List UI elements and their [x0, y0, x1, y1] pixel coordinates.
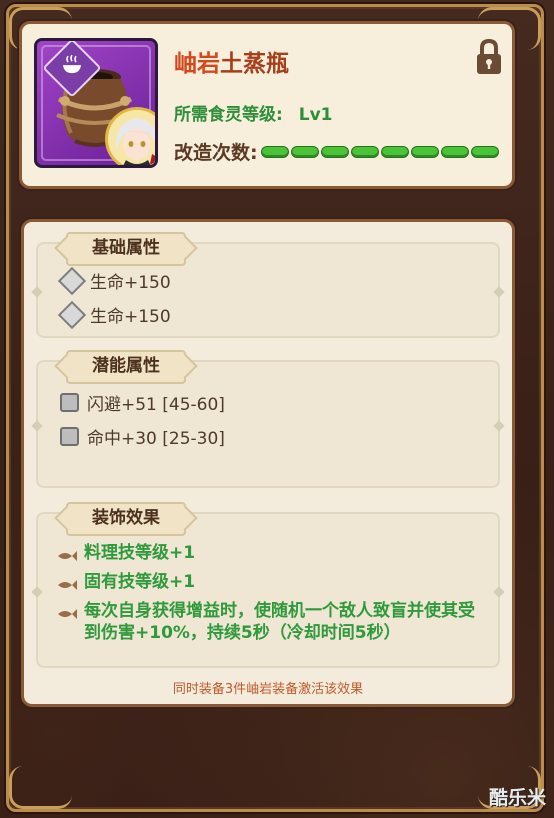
- effect-row: 每次自身获得增益时，使随机一个敌人致盲并使其受到伤害+10%，持续5秒（冷却时间…: [56, 600, 484, 644]
- character-portrait: [105, 107, 155, 165]
- attribute-row: 生命+150: [57, 300, 171, 329]
- square-icon: [60, 393, 79, 412]
- effect-row: 固有技等级+1: [56, 571, 456, 593]
- divider-dot: [493, 420, 505, 432]
- bowl-icon: [63, 54, 81, 74]
- gem-icon: [57, 266, 87, 295]
- refine-pip: [381, 146, 408, 157]
- attribute-row: 生命+150: [57, 266, 171, 295]
- refine-pip: [471, 146, 498, 157]
- refine-pips: [261, 146, 498, 157]
- effect-text: 料理技等级+1: [84, 543, 196, 563]
- section-title: 装饰效果: [66, 502, 186, 536]
- refine-pip: [321, 146, 348, 157]
- section-title: 基础属性: [66, 232, 186, 266]
- decoration-effect-section: 装饰效果 料理技等级+1 固有技等级+1 每次自身获得增益时，使随机一个敌人致盲…: [31, 502, 505, 668]
- watermark: 酷乐米: [488, 787, 546, 809]
- divider-dot: [493, 586, 505, 598]
- attribute-text: 生命+150: [90, 273, 171, 293]
- fish-icon: [58, 580, 77, 590]
- lock-icon[interactable]: [474, 38, 504, 76]
- attribute-text: 生命+150: [90, 307, 171, 327]
- divider-dot: [31, 286, 43, 298]
- attribute-row: 命中+30 [25-30]: [60, 424, 225, 449]
- divider-dot: [31, 420, 43, 432]
- requirement-value: Lv1: [298, 105, 333, 125]
- fish-icon: [58, 551, 77, 561]
- item-set-name: 岫岩: [174, 51, 220, 77]
- refine-label: 改造次数:: [174, 142, 258, 164]
- refine-pip: [291, 146, 318, 157]
- frame-corner: [9, 766, 72, 809]
- divider-dot: [493, 286, 505, 298]
- item-icon[interactable]: [34, 38, 158, 168]
- effect-text: 每次自身获得增益时，使随机一个敌人致盲并使其受到伤害+10%，持续5秒（冷却时间…: [84, 601, 475, 643]
- refine-count: 改造次数:: [174, 138, 498, 165]
- item-name: 岫岩土蒸瓶: [174, 44, 289, 78]
- effect-text: 固有技等级+1: [84, 572, 196, 592]
- requirement-label: 所需食灵等级:: [174, 105, 283, 125]
- refine-pip: [261, 146, 288, 157]
- refine-pip: [411, 146, 438, 157]
- item-header-card: 岫岩土蒸瓶 所需食灵等级: Lv1 改造次数:: [22, 24, 512, 186]
- divider-dot: [31, 586, 43, 598]
- attributes-panel: 基础属性 生命+150 生命+150 潜能属性 闪避+51 [45-60] 命中…: [24, 222, 512, 704]
- level-requirement: 所需食灵等级: Lv1: [174, 100, 332, 125]
- square-icon: [60, 427, 79, 446]
- attribute-row: 闪避+51 [45-60]: [60, 390, 225, 415]
- attribute-text: 命中+30 [25-30]: [87, 429, 225, 449]
- fish-icon: [58, 609, 77, 619]
- section-title: 潜能属性: [66, 350, 186, 384]
- refine-pip: [441, 146, 468, 157]
- effect-row: 料理技等级+1: [56, 542, 456, 564]
- character-avatar-icon: [108, 110, 155, 165]
- base-attributes-section: 基础属性 生命+150 生命+150: [31, 232, 505, 338]
- set-bonus-note: 同时装备3件岫岩装备激活该效果: [172, 682, 364, 697]
- gem-icon: [57, 300, 87, 329]
- attribute-text: 闪避+51 [45-60]: [87, 395, 225, 415]
- potential-attributes-section: 潜能属性 闪避+51 [45-60] 命中+30 [25-30]: [31, 350, 505, 488]
- refine-pip: [351, 146, 378, 157]
- item-base-name: 土蒸瓶: [220, 51, 289, 77]
